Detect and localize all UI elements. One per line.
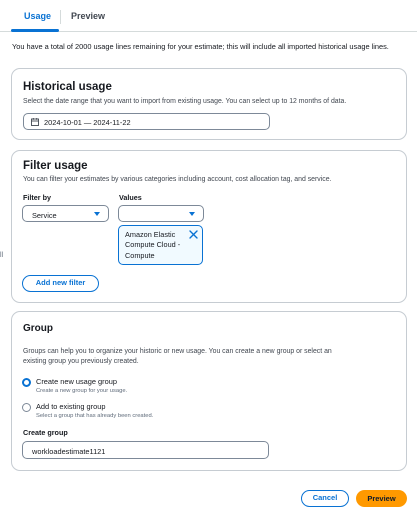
group-description-line1: Groups can help you to organize your his…	[23, 348, 332, 355]
calendar-icon	[31, 118, 39, 126]
edge-text-fragment: ll	[0, 252, 4, 259]
add-existing-group-label[interactable]: Add to existing group	[36, 402, 105, 411]
group-description-line2: existing group you previously created.	[23, 358, 139, 365]
group-title: Group	[23, 323, 53, 334]
date-range-value: 2024-10-01 — 2024-11-22	[44, 117, 131, 127]
add-existing-group-description: Select a group that has already been cre…	[36, 413, 154, 419]
group-card: Group Groups can help you to organize yo…	[11, 311, 407, 471]
filter-usage-description: You can filter your estimates by various…	[23, 176, 332, 183]
filter-by-select[interactable]: Service	[22, 205, 109, 222]
filter-by-label: Filter by	[23, 193, 51, 202]
usage-lines-notice: You have a total of 2000 usage lines rem…	[12, 42, 389, 51]
filter-usage-card: Filter usage You can filter your estimat…	[11, 150, 407, 303]
tab-preview[interactable]: Preview	[71, 11, 105, 21]
filter-by-value: Service	[32, 210, 57, 220]
create-group-label: Create group	[23, 428, 68, 437]
create-group-input[interactable]: workloadestimate1121	[22, 441, 269, 459]
tab-bar: Usage Preview	[0, 0, 417, 32]
historical-usage-card: Historical usage Select the date range t…	[11, 68, 407, 140]
tab-divider	[60, 10, 61, 24]
selected-value-token: Amazon Elastic Compute Cloud - Compute	[118, 225, 203, 265]
chevron-down-icon	[189, 212, 195, 216]
filter-usage-title: Filter usage	[23, 160, 88, 172]
tab-usage[interactable]: Usage	[24, 11, 51, 21]
values-select[interactable]	[118, 205, 204, 222]
add-existing-group-radio[interactable]	[22, 403, 31, 412]
date-range-picker[interactable]: 2024-10-01 — 2024-11-22	[23, 113, 270, 130]
create-group-value: workloadestimate1121	[32, 447, 106, 456]
historical-usage-title: Historical usage	[23, 81, 112, 93]
historical-usage-description: Select the date range that you want to i…	[23, 98, 347, 105]
create-new-group-label[interactable]: Create new usage group	[36, 377, 117, 386]
token-label: Amazon Elastic Compute Cloud - Compute	[125, 229, 181, 260]
close-icon[interactable]	[189, 230, 198, 239]
create-new-group-description: Create a new group for your usage.	[36, 388, 128, 394]
chevron-down-icon	[94, 212, 100, 216]
create-new-group-radio[interactable]	[22, 378, 31, 387]
active-tab-indicator	[11, 29, 59, 32]
values-label: Values	[119, 193, 142, 202]
preview-button[interactable]: Preview	[356, 490, 407, 507]
cancel-button[interactable]: Cancel	[301, 490, 349, 507]
add-new-filter-button[interactable]: Add new filter	[22, 275, 99, 292]
